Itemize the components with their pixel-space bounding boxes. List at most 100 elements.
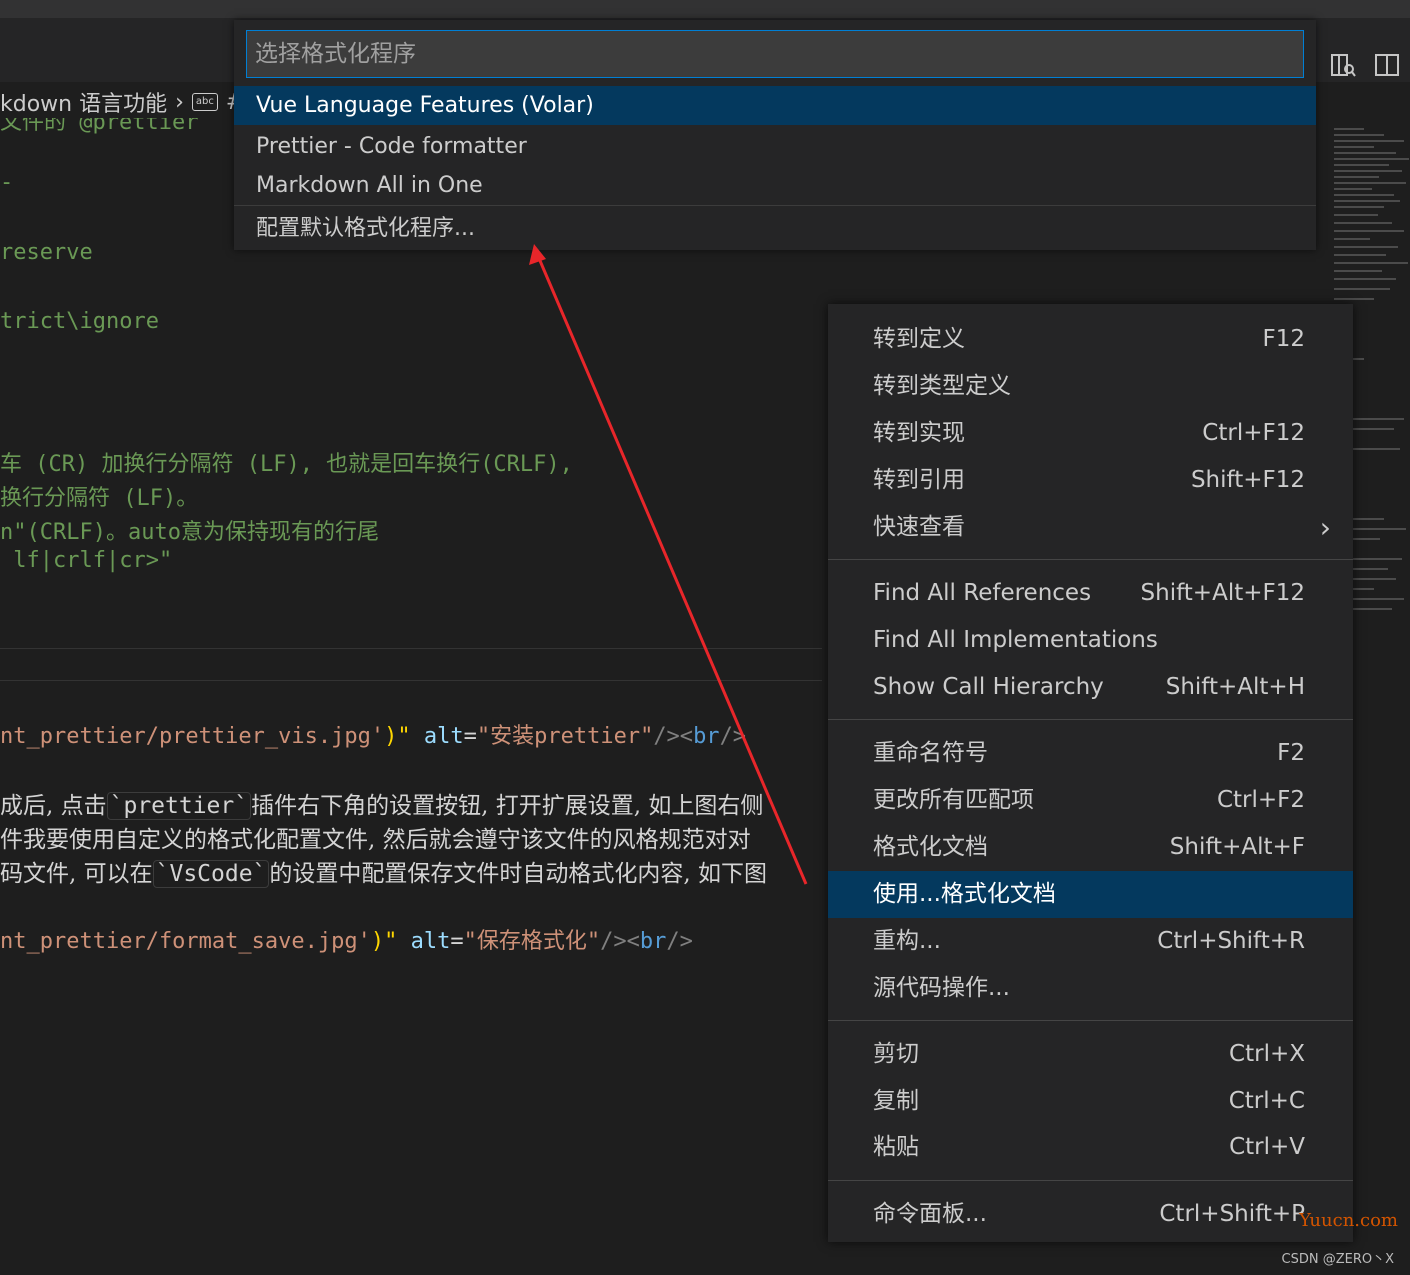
menu-item-shortcut: Ctrl+F2	[1216, 787, 1305, 813]
minimap-line	[1334, 152, 1396, 154]
menu-item-label: 转到引用	[873, 467, 965, 493]
context-menu-item[interactable]: 命令面板... Ctrl+Shift+P	[828, 1191, 1353, 1238]
context-menu-item[interactable]: 快速查看 ›	[828, 504, 1353, 551]
quick-pick-item-prettier[interactable]: Prettier - Code formatter	[234, 127, 1316, 166]
menu-item-label: 重命名符号	[873, 740, 988, 766]
chevron-right-icon: ›	[1319, 511, 1331, 544]
img-tag-line: nt_prettier/format_save.jpg')" alt="保存格式…	[0, 923, 693, 955]
breadcrumb: kdown 语言功能 › abc #	[0, 86, 244, 118]
chevron-right-icon: ›	[175, 89, 184, 115]
minimap-line	[1334, 188, 1372, 190]
menu-item-label: 转到定义	[873, 326, 965, 352]
context-menu-item[interactable]: Find All Implementations	[828, 617, 1353, 664]
tag-open: /><	[653, 724, 694, 749]
minimap-line	[1334, 170, 1402, 172]
img-eq: =	[463, 724, 477, 749]
code-line: trict\ignore	[0, 309, 159, 334]
minimap-line	[1334, 200, 1400, 202]
context-menu-item[interactable]: Find All References Shift+Alt+F12	[828, 570, 1353, 617]
open-preview-icon[interactable]	[1330, 52, 1356, 78]
menu-item-label: Find All Implementations	[873, 627, 1158, 653]
divider	[0, 680, 822, 681]
img-path-close: )"	[384, 724, 411, 749]
menu-item-label: 转到类型定义	[873, 373, 1011, 399]
quick-pick-item-configure-default[interactable]: 配置默认格式化程序...	[234, 209, 1316, 248]
context-menu-item[interactable]: 源代码操作...	[828, 965, 1353, 1012]
context-menu-item[interactable]: 重构... Ctrl+Shift+R	[828, 918, 1353, 965]
split-editor-icon[interactable]	[1374, 52, 1400, 78]
title-bar	[0, 0, 1410, 18]
quick-pick-separator	[234, 205, 1316, 206]
img-attr: alt	[423, 724, 464, 749]
divider	[0, 648, 822, 649]
menu-item-label: 转到实现	[873, 420, 965, 446]
editor-context-menu: 转到定义 F12 转到类型定义 转到实现 Ctrl+F12 转到引用 Shift+F12 快速…	[828, 304, 1353, 1242]
img-attr: alt	[410, 929, 451, 954]
tag-name: br	[639, 929, 667, 954]
context-menu-item[interactable]: 转到定义 F12	[828, 316, 1353, 363]
prose-text: 成后, 点击	[0, 793, 107, 819]
menu-item-shortcut: Shift+Alt+F12	[1140, 580, 1305, 606]
menu-item-label: 更改所有匹配项	[873, 787, 1034, 813]
breadcrumb-item[interactable]: kdown 语言功能	[0, 86, 167, 118]
code-line: 车 (CR) 加换行分隔符 (LF), 也就是回车换行(CRLF),	[0, 452, 573, 477]
context-menu-item[interactable]: 转到实现 Ctrl+F12	[828, 410, 1353, 457]
menu-item-label: 源代码操作...	[873, 975, 1010, 1001]
img-path: nt_prettier/format_save.jpg'	[0, 929, 371, 954]
img-eq: =	[450, 929, 464, 954]
context-menu-item[interactable]: 转到类型定义	[828, 363, 1353, 410]
menu-item-shortcut: F12	[1262, 326, 1306, 352]
prose-text: 码文件, 可以在	[0, 861, 153, 887]
minimap-line	[1334, 182, 1406, 184]
minimap-line	[1334, 214, 1378, 216]
context-menu-item[interactable]: 更改所有匹配项 Ctrl+F2	[828, 777, 1353, 824]
context-menu-item[interactable]: 剪切 Ctrl+X	[828, 1031, 1353, 1078]
minimap-line	[1334, 270, 1382, 272]
minimap-line	[1334, 158, 1409, 160]
menu-item-shortcut: Ctrl+V	[1229, 1134, 1305, 1160]
quick-pick-input[interactable]	[246, 30, 1304, 78]
menu-item-shortcut: Ctrl+Shift+P	[1159, 1201, 1305, 1227]
minimap-line	[1334, 222, 1392, 224]
menu-item-label: 复制	[873, 1088, 919, 1114]
tag-close: />	[666, 929, 693, 954]
menu-item-label: 使用...格式化文档	[873, 881, 1056, 907]
layout-controls	[1330, 52, 1400, 78]
minimap-line	[1334, 206, 1384, 208]
menu-item-shortcut: F2	[1277, 740, 1305, 766]
minimap-line	[1334, 278, 1396, 280]
code-line: reserve	[0, 240, 93, 265]
minimap-line	[1334, 176, 1379, 178]
context-menu-item[interactable]: 重命名符号 F2	[828, 730, 1353, 777]
menu-separator	[828, 1180, 1353, 1181]
editor-text-area[interactable]: 文件的 @prettier - reserve trict\ignore 车 (…	[0, 118, 822, 1275]
minimap-line	[1334, 298, 1374, 300]
context-menu-item[interactable]: Show Call Hierarchy Shift+Alt+H	[828, 664, 1353, 711]
img-tag-line: nt_prettier/prettier_vis.jpg')" alt="安装p…	[0, 718, 746, 750]
tag-open: /><	[600, 929, 640, 954]
minimap-line	[1334, 238, 1370, 240]
minimap-line	[1334, 128, 1364, 130]
quick-pick-item-markdown-all-in-one[interactable]: Markdown All in One	[234, 166, 1316, 205]
menu-separator	[828, 559, 1353, 560]
prose-line: 成后, 点击 `prettier` 插件右下角的设置按钮, 打开扩展设置, 如上图右…	[0, 786, 763, 820]
context-menu-item[interactable]: 粘贴 Ctrl+V	[828, 1124, 1353, 1171]
menu-separator	[828, 719, 1353, 720]
minimap-line	[1334, 134, 1384, 136]
quick-pick-item-volar[interactable]: Vue Language Features (Volar)	[234, 86, 1316, 125]
menu-item-label: Find All References	[873, 580, 1092, 606]
minimap-line	[1334, 262, 1408, 264]
menu-item-label: 命令面板...	[873, 1201, 987, 1227]
site-watermark: Yuucn.com	[1299, 1210, 1398, 1231]
context-menu-item[interactable]: 复制 Ctrl+C	[828, 1078, 1353, 1125]
minimap-line	[1334, 194, 1394, 196]
context-menu-item[interactable]: 格式化文档 Shift+Alt+F	[828, 824, 1353, 871]
menu-item-shortcut: Ctrl+F12	[1202, 420, 1305, 446]
menu-item-label: 快速查看	[873, 514, 965, 540]
prose-line: 件我要使用自定义的格式化配置文件, 然后就会遵守该文件的风格规范对对	[0, 827, 751, 853]
context-menu-item[interactable]: 使用...格式化文档	[828, 871, 1353, 918]
code-line: 换行分隔符 (LF)。	[0, 486, 199, 511]
code-line: -	[0, 170, 14, 195]
context-menu-item[interactable]: 转到引用 Shift+F12	[828, 457, 1353, 504]
minimap-line	[1334, 246, 1398, 248]
